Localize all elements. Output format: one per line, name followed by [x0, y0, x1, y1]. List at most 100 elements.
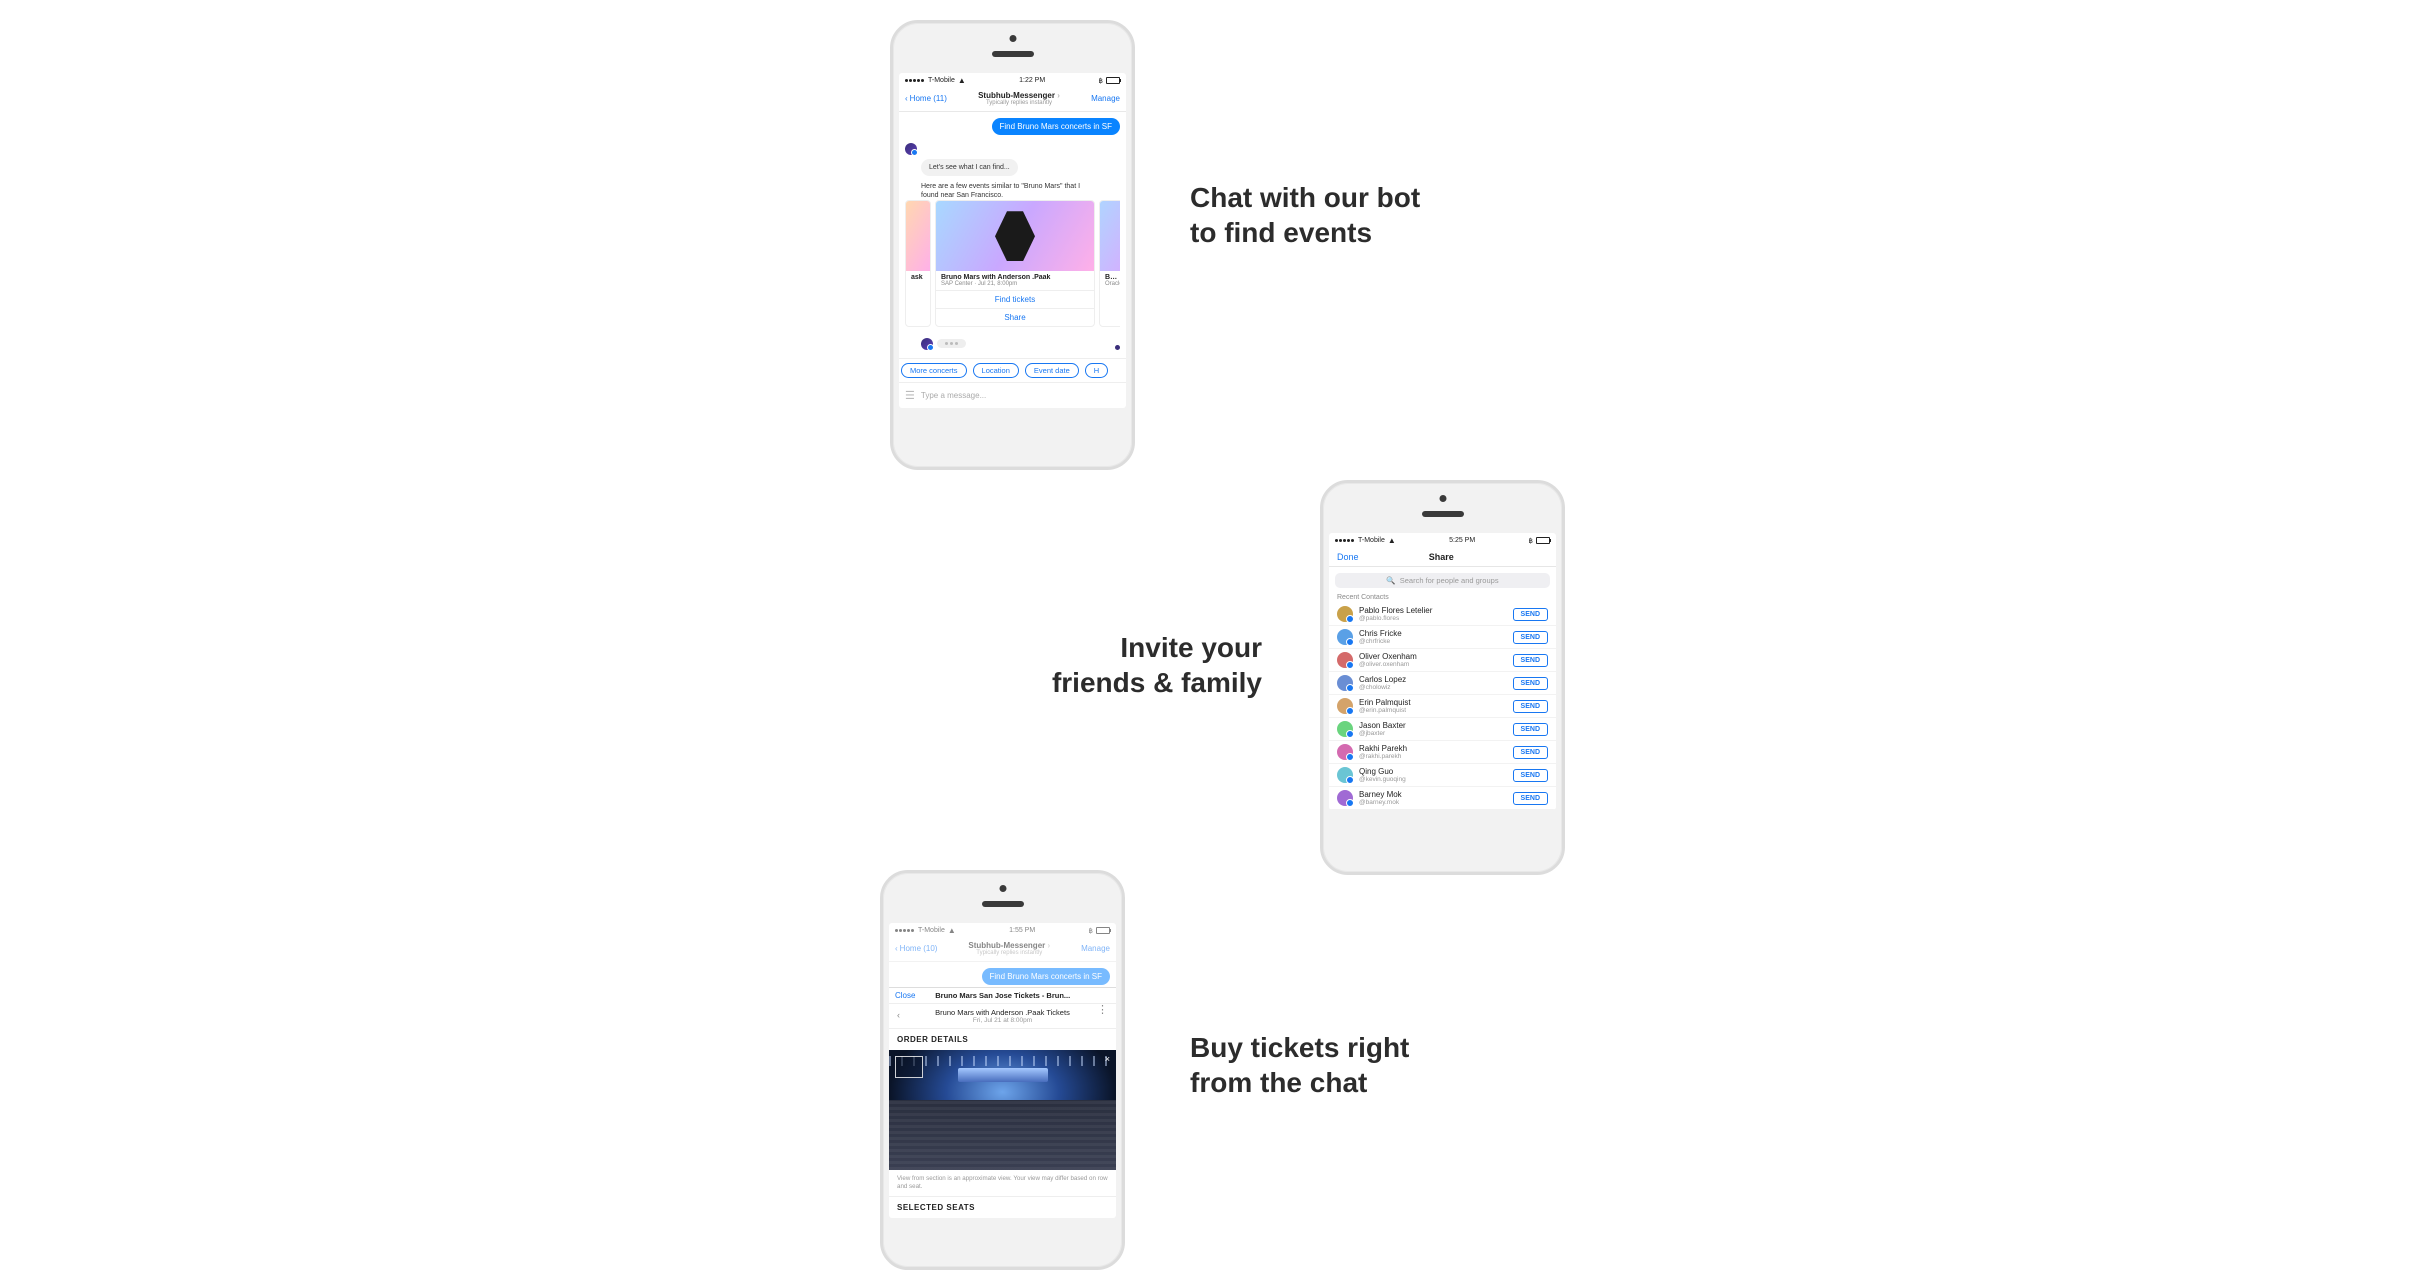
- webview-title: Bruno Mars San Jose Tickets - Brun...: [935, 991, 1070, 1000]
- contact-row[interactable]: Chris Fricke @chrfricke SEND: [1329, 626, 1556, 649]
- manage-button[interactable]: Manage: [1091, 94, 1120, 103]
- seating-icon: [889, 1100, 1116, 1170]
- carousel-card-next[interactable]: Bruno Oracle: [1099, 200, 1120, 327]
- share-title: Share: [1429, 552, 1454, 562]
- nav-title-text: Stubhub-Messenger: [978, 91, 1055, 100]
- menu-icon[interactable]: ☰: [905, 389, 915, 402]
- contact-handle: @kevin.guoqing: [1359, 776, 1507, 783]
- contact-row[interactable]: Barney Mok @barney.mok SEND: [1329, 787, 1556, 810]
- nav-title-text: Stubhub-Messenger: [968, 941, 1045, 950]
- chip-more[interactable]: H: [1085, 363, 1108, 378]
- contact-row[interactable]: Oliver Oxenham @oliver.oxenham SEND: [1329, 649, 1556, 672]
- contact-row[interactable]: Erin Palmquist @erin.palmquist SEND: [1329, 695, 1556, 718]
- card-subtitle: Oracle: [1105, 281, 1119, 287]
- status-bar: T-Mobile ▲ 1:22 PM ฿: [899, 73, 1126, 88]
- user-message: Find Bruno Mars concerts in SF: [982, 968, 1110, 985]
- contact-name: Qing Guo: [1359, 767, 1507, 776]
- phone-bezel: [1323, 483, 1562, 533]
- nav-title[interactable]: Stubhub-Messenger › Typically replies in…: [978, 91, 1060, 106]
- back-label: Home (10): [900, 944, 938, 953]
- camera-dot: [999, 885, 1006, 892]
- webview-header: Close Bruno Mars San Jose Tickets - Brun…: [889, 987, 1116, 1004]
- view-disclaimer: View from section is an approximate view…: [889, 1170, 1116, 1197]
- message-input[interactable]: Type a message...: [921, 391, 1120, 400]
- background-chat-dimmed: T-Mobile ▲ 1:55 PM ฿ ‹ Home (10) Stubhub…: [889, 923, 1116, 987]
- caption-chat: Chat with our bot to find events: [1190, 180, 1420, 250]
- caption-buy: Buy tickets right from the chat: [1190, 1030, 1409, 1100]
- contact-name: Erin Palmquist: [1359, 698, 1507, 707]
- carrier: T-Mobile: [928, 77, 955, 84]
- chip-location[interactable]: Location: [973, 363, 1019, 378]
- close-button[interactable]: Close: [895, 991, 915, 1000]
- card-image: [906, 201, 930, 271]
- event-title: Bruno Mars with Anderson .Paak Tickets: [895, 1008, 1110, 1017]
- typing-indicator: [905, 327, 1120, 352]
- contact-row[interactable]: Carlos Lopez @cholowiz SEND: [1329, 672, 1556, 695]
- battery-icon: [1536, 537, 1550, 544]
- avatar: [1337, 606, 1353, 622]
- card-title: Bruno: [1105, 274, 1119, 281]
- close-icon[interactable]: ×: [1105, 1054, 1110, 1064]
- signal-dots-icon: [905, 77, 925, 84]
- chip-more-concerts[interactable]: More concerts: [901, 363, 967, 378]
- contact-row[interactable]: Pablo Flores Letelier @pablo.flores SEND: [1329, 603, 1556, 626]
- battery-icon: [1096, 927, 1110, 934]
- read-receipt-icon: [1115, 345, 1120, 350]
- screen: T-Mobile ▲ 5:25 PM ฿ Done Share 🔍 Search…: [1329, 533, 1556, 810]
- chevron-left-icon[interactable]: ‹: [897, 1010, 900, 1020]
- back-button[interactable]: ‹ Home (10): [895, 944, 937, 953]
- nav-subtitle: Typically replies instantly: [978, 100, 1060, 106]
- nav-subtitle: Typically replies instantly: [968, 950, 1050, 956]
- send-button[interactable]: SEND: [1513, 700, 1548, 713]
- speaker-slot: [992, 51, 1034, 57]
- contact-name: Pablo Flores Letelier: [1359, 606, 1507, 615]
- stage-icon: [958, 1068, 1048, 1082]
- section-order-details: ORDER DETAILS: [889, 1029, 1116, 1050]
- send-button[interactable]: SEND: [1513, 608, 1548, 621]
- battery-icon: [1106, 77, 1120, 84]
- contact-name: Oliver Oxenham: [1359, 652, 1507, 661]
- send-button[interactable]: SEND: [1513, 677, 1548, 690]
- avatar: [1337, 652, 1353, 668]
- manage-button[interactable]: Manage: [1081, 944, 1110, 953]
- send-button[interactable]: SEND: [1513, 769, 1548, 782]
- quick-replies: More concerts Location Event date H: [899, 358, 1126, 382]
- find-tickets-button[interactable]: Find tickets: [936, 290, 1094, 308]
- carousel-card-prev[interactable]: ask: [905, 200, 931, 327]
- avatar: [1337, 721, 1353, 737]
- event-carousel[interactable]: ask Bruno Mars with Anderson .Paak SAP C…: [905, 200, 1120, 327]
- search-input[interactable]: 🔍 Search for people and groups: [1335, 573, 1550, 588]
- chevron-left-icon: ‹: [905, 94, 908, 103]
- contact-name: Jason Baxter: [1359, 721, 1507, 730]
- contact-name: Barney Mok: [1359, 790, 1507, 799]
- send-button[interactable]: SEND: [1513, 792, 1548, 805]
- clock: 1:22 PM: [1019, 77, 1045, 84]
- carousel-card-main[interactable]: Bruno Mars with Anderson .Paak SAP Cente…: [935, 200, 1095, 327]
- clock: 5:25 PM: [1449, 537, 1475, 544]
- avatar: [1337, 744, 1353, 760]
- bot-avatar: [905, 143, 917, 155]
- back-button[interactable]: ‹ Home (11): [905, 94, 947, 103]
- share-button[interactable]: Share: [936, 308, 1094, 326]
- back-label: Home (11): [910, 94, 947, 103]
- bluetooth-icon: ฿: [1529, 537, 1533, 545]
- venue-view[interactable]: ×: [889, 1050, 1116, 1170]
- typing-bubble: [937, 339, 966, 348]
- contact-row[interactable]: Jason Baxter @jbaxter SEND: [1329, 718, 1556, 741]
- send-button[interactable]: SEND: [1513, 631, 1548, 644]
- send-button[interactable]: SEND: [1513, 654, 1548, 667]
- status-bar: T-Mobile ▲ 5:25 PM ฿: [1329, 533, 1556, 548]
- contact-handle: @chrfricke: [1359, 638, 1507, 645]
- chip-event-date[interactable]: Event date: [1025, 363, 1079, 378]
- venue-map-thumbnail[interactable]: [895, 1056, 923, 1078]
- send-button[interactable]: SEND: [1513, 723, 1548, 736]
- send-button[interactable]: SEND: [1513, 746, 1548, 759]
- nav-title[interactable]: Stubhub-Messenger › Typically replies in…: [968, 941, 1050, 956]
- speaker-slot: [982, 901, 1024, 907]
- card-subtitle: SAP Center · Jul 21, 8:00pm: [941, 281, 1089, 287]
- contact-row[interactable]: Qing Guo @kevin.guoqing SEND: [1329, 764, 1556, 787]
- contact-row[interactable]: Rakhi Parekh @rakhi.parekh SEND: [1329, 741, 1556, 764]
- done-button[interactable]: Done: [1337, 552, 1359, 562]
- carrier: T-Mobile: [1358, 537, 1385, 544]
- more-icon[interactable]: ⋮: [1097, 1008, 1108, 1014]
